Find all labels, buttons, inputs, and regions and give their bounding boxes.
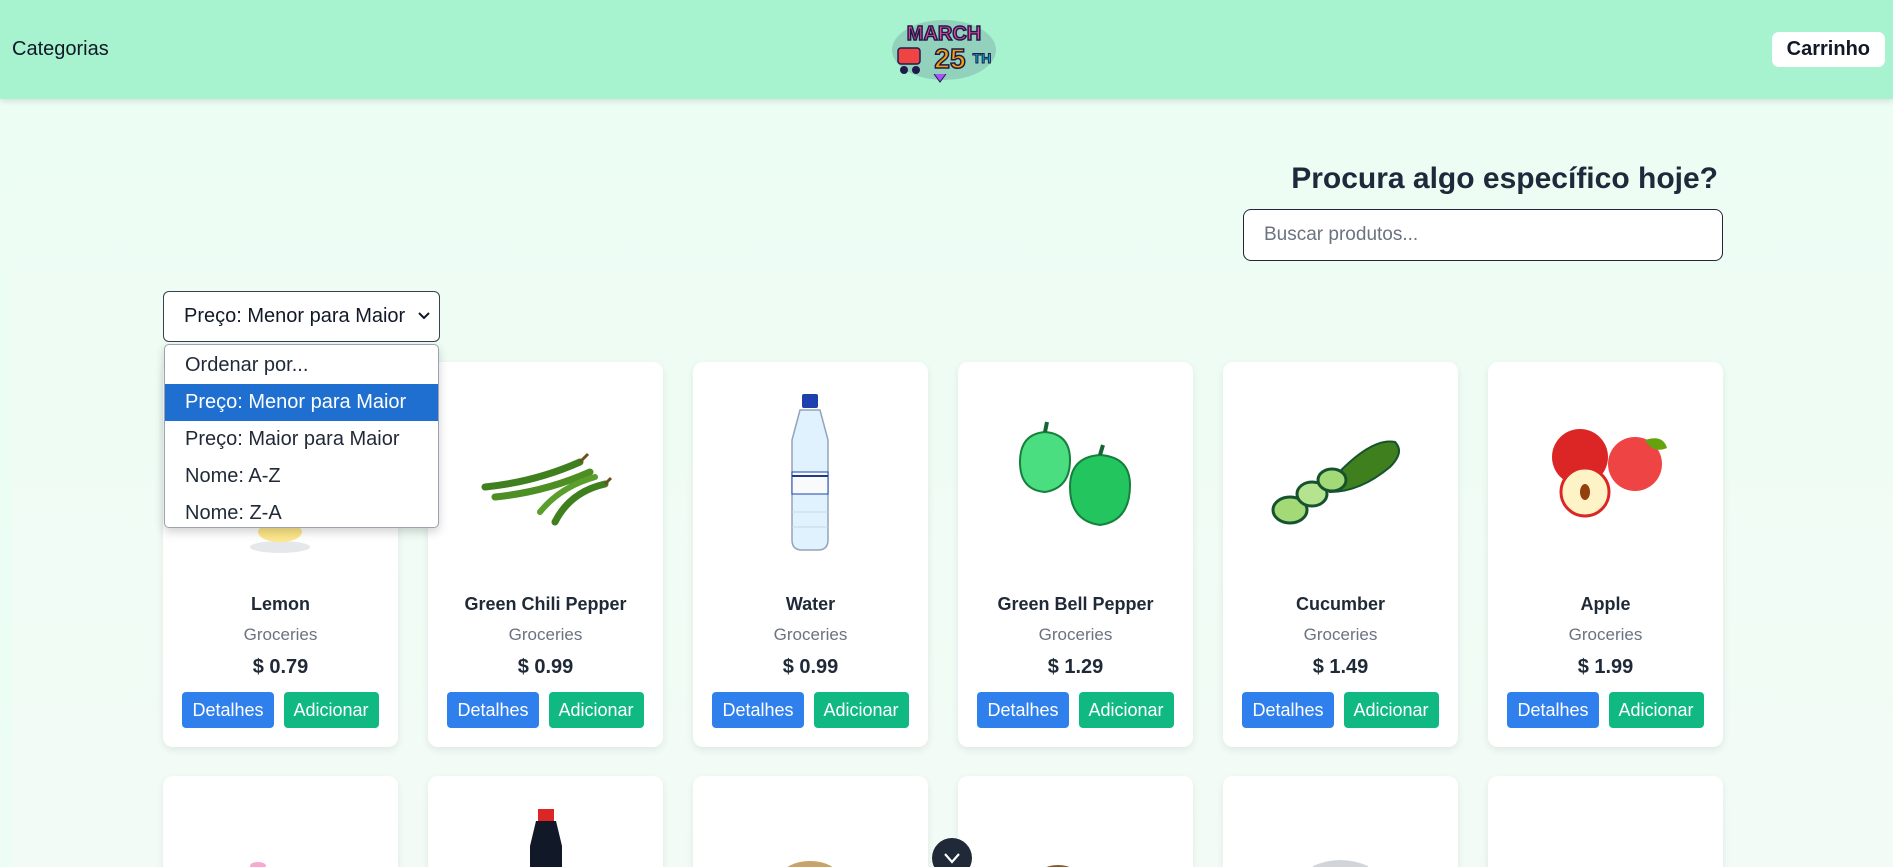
sort-option[interactable]: Preço: Menor para Maior (165, 384, 438, 421)
product-card[interactable]: Cucumber Groceries $ 1.49 Detalhes Adici… (1223, 362, 1458, 747)
potato-image (787, 861, 833, 867)
search-input[interactable] (1243, 209, 1723, 261)
categories-link[interactable]: Categorias (12, 38, 109, 61)
product-card[interactable] (1488, 776, 1723, 867)
sort-option[interactable]: Nome: A-Z (165, 458, 438, 495)
product-category: Groceries (243, 625, 318, 644)
product-category: Groceries (773, 625, 848, 644)
product-name: Green Chili Pepper (464, 594, 627, 614)
chevron-down-icon (418, 312, 430, 320)
chili-pepper-image (481, 452, 613, 526)
product-name: Water (785, 594, 836, 614)
add-to-cart-button[interactable]: Adicionar (1608, 692, 1704, 728)
sort-option[interactable]: Ordenar por... (165, 347, 438, 384)
product-price: $ 0.99 (517, 656, 574, 678)
cucumber-image (1271, 440, 1400, 525)
orange-image (1488, 776, 1723, 867)
product-card[interactable]: Green Chili Pepper Groceries $ 0.99 Deta… (428, 362, 663, 747)
sort-option[interactable]: Preço: Maior para Maior (165, 421, 438, 458)
product-category: Groceries (1038, 625, 1113, 644)
add-to-cart-button[interactable]: Adicionar (813, 692, 909, 728)
product-card[interactable]: Green Bell Pepper Groceries $ 1.29 Detal… (958, 362, 1193, 747)
product-card[interactable] (693, 776, 928, 867)
bell-pepper-image (1018, 421, 1132, 527)
product-name: Apple (1580, 594, 1631, 614)
product-name: Lemon (250, 594, 310, 614)
sort-select[interactable]: Preço: Menor para Maior (163, 291, 440, 342)
chevron-down-icon (944, 853, 960, 864)
kiwi-image (1046, 865, 1070, 867)
product-card[interactable] (428, 776, 663, 867)
product-name: Green Bell Pepper (997, 594, 1154, 614)
product-card[interactable]: Apple Groceries $ 1.99 Detalhes Adiciona… (1488, 362, 1723, 747)
product-image (250, 862, 266, 867)
svg-text:MARCH: MARCH (907, 23, 981, 45)
product-price: $ 1.99 (1577, 656, 1634, 678)
svg-text:25: 25 (934, 43, 965, 74)
sort-option[interactable]: Nome: Z-A (165, 495, 438, 532)
product-card[interactable] (958, 776, 1193, 867)
product-card[interactable] (163, 776, 398, 867)
details-button[interactable]: Detalhes (977, 692, 1069, 728)
add-to-cart-button[interactable]: Adicionar (548, 692, 644, 728)
product-price: $ 0.79 (252, 656, 309, 678)
sort-selected-value: Preço: Menor para Maior (184, 305, 406, 327)
sort-dropdown: Ordenar por... Preço: Menor para Maior P… (164, 344, 439, 528)
product-price: $ 0.99 (782, 656, 839, 678)
store-logo[interactable]: MARCH 25 TH (884, 8, 1004, 88)
product-category: Groceries (1303, 625, 1378, 644)
product-name: Cucumber (1295, 594, 1385, 614)
top-header: Categorias MARCH 25 TH Carrinho (0, 0, 1893, 99)
product-price: $ 1.49 (1312, 656, 1369, 678)
svg-text:TH: TH (973, 50, 992, 66)
product-price: $ 1.29 (1047, 656, 1104, 678)
product-category: Groceries (1568, 625, 1643, 644)
details-button[interactable]: Detalhes (447, 692, 539, 728)
details-button[interactable]: Detalhes (1242, 692, 1334, 728)
apple-image (1552, 429, 1667, 518)
add-to-cart-button[interactable]: Adicionar (1343, 692, 1439, 728)
details-button[interactable]: Detalhes (712, 692, 804, 728)
details-button[interactable]: Detalhes (1507, 692, 1599, 728)
product-card[interactable] (1223, 776, 1458, 867)
bag-image (1313, 860, 1368, 867)
details-button[interactable]: Detalhes (182, 692, 274, 728)
water-bottle-image (791, 394, 829, 551)
product-card[interactable]: Water Groceries $ 0.99 Detalhes Adiciona… (693, 362, 928, 747)
search-heading: Procura algo específico hoje? (1291, 162, 1718, 195)
cart-button[interactable]: Carrinho (1771, 32, 1885, 67)
add-to-cart-button[interactable]: Adicionar (1078, 692, 1174, 728)
add-to-cart-button[interactable]: Adicionar (283, 692, 379, 728)
soda-bottle-image (530, 809, 562, 867)
product-category: Groceries (508, 625, 583, 644)
